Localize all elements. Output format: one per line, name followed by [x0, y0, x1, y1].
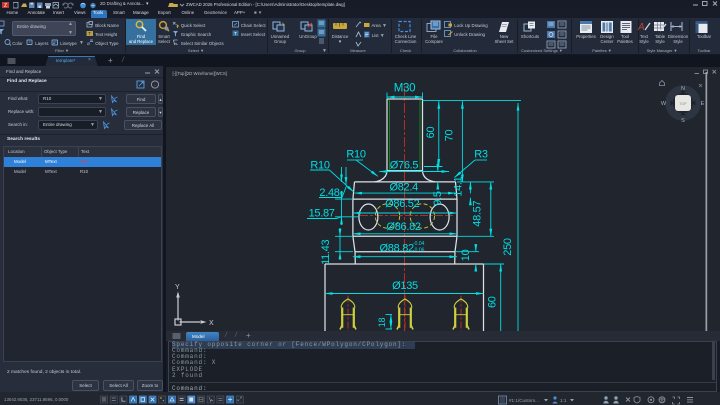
svg-text:60: 60 — [487, 296, 499, 308]
svg-text:M30: M30 — [394, 83, 415, 95]
svg-text:Ø86.52: Ø86.52 — [385, 198, 419, 210]
svg-text:-0.04: -0.04 — [413, 241, 425, 247]
svg-text:70: 70 — [444, 130, 456, 142]
svg-text:Y: Y — [175, 284, 180, 291]
svg-text:T: T — [88, 31, 91, 36]
svg-text:R10: R10 — [310, 160, 329, 172]
svg-text:⌀: ⌀ — [87, 41, 90, 46]
svg-text:N: N — [681, 86, 685, 92]
svg-text:[-][Top][2D Wireframe][WCS]: [-][Top][2D Wireframe][WCS] — [173, 71, 227, 76]
svg-text:9.5: 9.5 — [432, 191, 444, 206]
svg-text:48.57: 48.57 — [472, 201, 484, 227]
svg-text:1:1: 1:1 — [560, 398, 567, 403]
svg-text:#1:1/Custom...: #1:1/Custom... — [509, 398, 539, 403]
svg-text:15.87: 15.87 — [309, 208, 335, 220]
svg-text:X: X — [209, 320, 214, 327]
svg-text:60: 60 — [425, 127, 437, 139]
svg-text:W: W — [661, 101, 667, 107]
svg-text:R3: R3 — [474, 149, 488, 161]
svg-text:E: E — [701, 101, 705, 107]
svg-text:Ø86.82: Ø86.82 — [386, 221, 420, 233]
svg-text:250: 250 — [502, 238, 514, 256]
svg-text:R10: R10 — [346, 149, 365, 161]
svg-text:-0.06: -0.06 — [413, 248, 425, 254]
svg-text:10: 10 — [460, 249, 472, 261]
svg-text:2.48: 2.48 — [319, 187, 339, 199]
svg-text:Ø76.5: Ø76.5 — [390, 160, 419, 172]
svg-text:Ø82.4: Ø82.4 — [389, 182, 418, 194]
svg-text:TOP: TOP — [679, 102, 687, 106]
svg-text:18: 18 — [377, 318, 387, 328]
svg-text:·: · — [154, 82, 156, 88]
svg-text:Z: Z — [4, 3, 7, 8]
svg-text:T: T — [234, 31, 237, 36]
svg-text:14.1: 14.1 — [453, 176, 465, 196]
svg-text:11.43: 11.43 — [320, 240, 332, 265]
svg-text:S: S — [681, 118, 685, 124]
svg-text:Ø135: Ø135 — [392, 280, 418, 292]
svg-text:Ø88.82: Ø88.82 — [380, 243, 414, 255]
svg-text:A: A — [637, 22, 645, 33]
